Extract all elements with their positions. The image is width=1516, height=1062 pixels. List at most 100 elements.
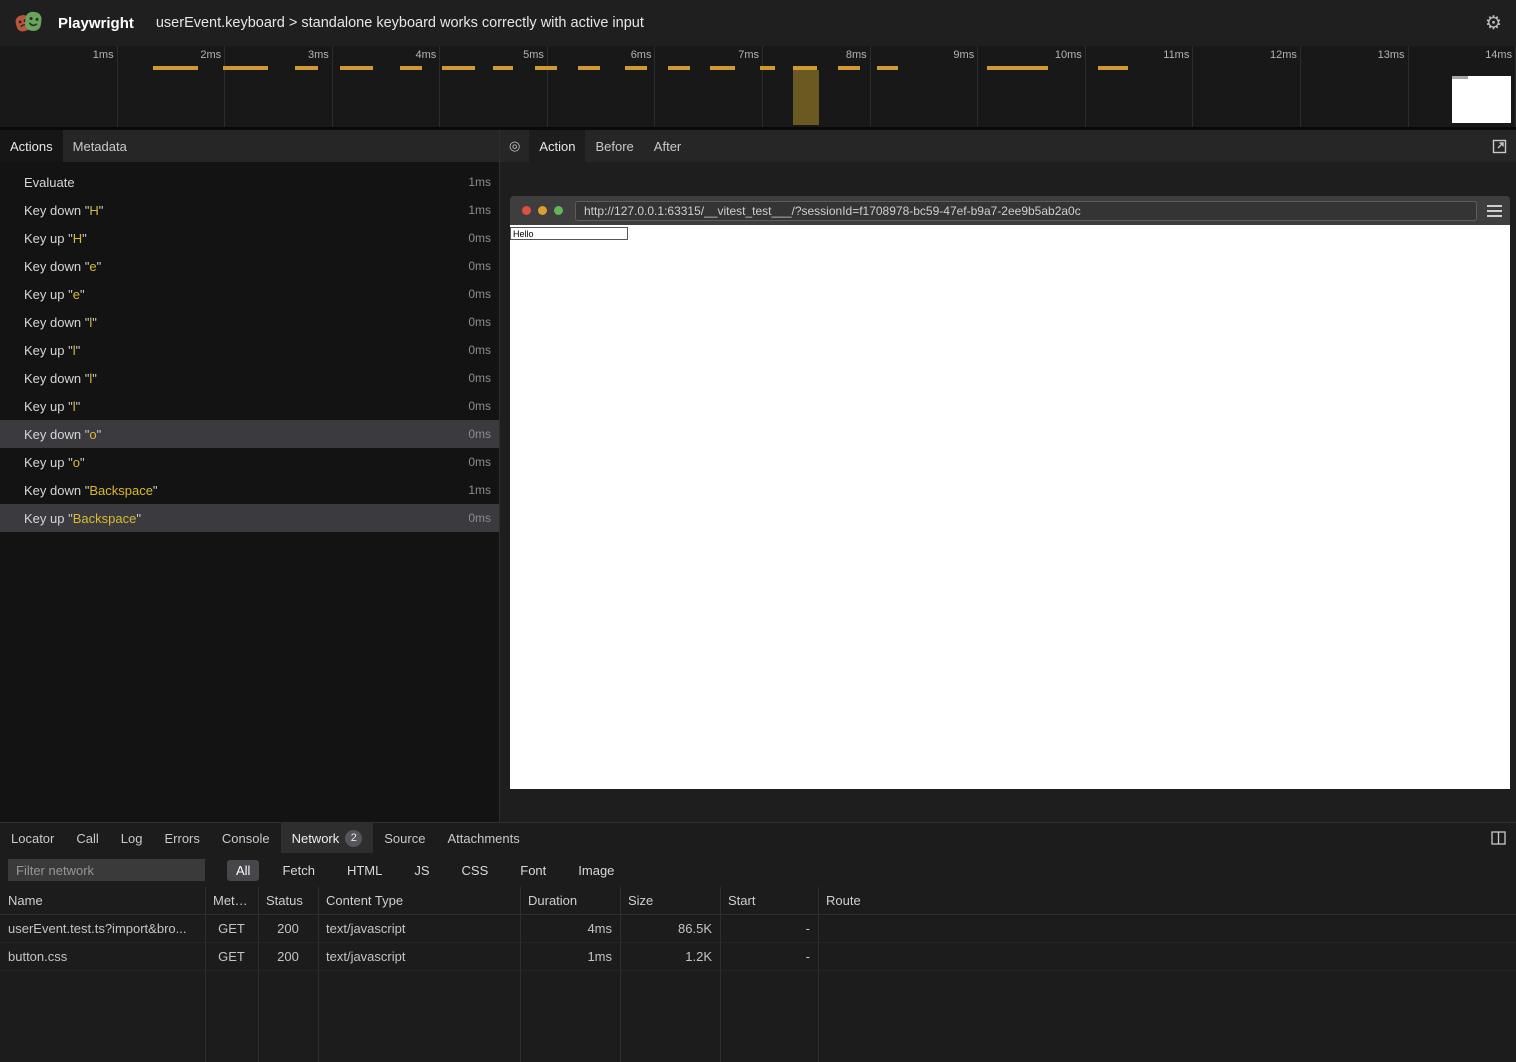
pick-locator-target-icon[interactable]: ◎	[500, 130, 529, 162]
action-title: Key down "l"	[24, 315, 468, 330]
action-key-quote: "	[92, 371, 97, 386]
action-row[interactable]: Key down "H"1ms	[0, 196, 499, 224]
tab-call[interactable]: Call	[65, 823, 109, 853]
toggle-layout-split-icon[interactable]	[1481, 823, 1516, 853]
timeline-tick-cell: 3ms	[225, 46, 333, 127]
snapshot-panel: ◎ ActionBeforeAfter htt	[500, 130, 1516, 822]
timeline-tick-cell: 1ms	[10, 46, 118, 127]
action-key-quote: "	[136, 511, 141, 526]
settings-gear-icon[interactable]: ⚙	[1485, 12, 1502, 35]
traffic-light-green-icon	[554, 206, 563, 215]
network-cell: GET	[205, 921, 258, 936]
tab-actions[interactable]: Actions	[0, 130, 63, 162]
column-header-content-type[interactable]: Content Type	[318, 893, 520, 908]
action-row[interactable]: Key up "e"0ms	[0, 280, 499, 308]
timeline-tick-cell: 10ms	[978, 46, 1086, 127]
tab-network[interactable]: Network2	[281, 823, 374, 853]
action-title: Key down "H"	[24, 203, 468, 218]
action-row[interactable]: Key down "Backspace"1ms	[0, 476, 499, 504]
timeline-tick-label: 11ms	[1163, 49, 1189, 61]
network-cell: -	[720, 921, 818, 936]
column-header-method[interactable]: Method	[205, 893, 258, 908]
action-duration: 0ms	[468, 343, 491, 357]
timeline[interactable]: 1ms2ms3ms4ms5ms6ms7ms8ms9ms10ms11ms12ms1…	[0, 46, 1516, 130]
action-row[interactable]: Key up "H"0ms	[0, 224, 499, 252]
filter-chip-font[interactable]: Font	[511, 860, 555, 881]
tab-metadata[interactable]: Metadata	[63, 130, 137, 162]
action-duration: 1ms	[468, 203, 491, 217]
network-table-row[interactable]: button.cssGET200text/javascript1ms1.2K-	[0, 943, 1516, 971]
tab-errors[interactable]: Errors	[153, 823, 210, 853]
browser-snapshot[interactable]: http://127.0.0.1:63315/__vitest_test___/…	[510, 196, 1510, 789]
action-title: Key down "e"	[24, 259, 468, 274]
action-duration-marker	[877, 66, 898, 70]
action-row[interactable]: Key up "o"0ms	[0, 448, 499, 476]
snapshot-tabbar: ◎ ActionBeforeAfter	[500, 130, 1516, 162]
column-header-status[interactable]: Status	[258, 893, 318, 908]
action-title: Key down "o"	[24, 427, 468, 442]
tab-locator[interactable]: Locator	[0, 823, 65, 853]
action-duration-marker	[987, 66, 1048, 70]
action-key-quote: "	[97, 427, 102, 442]
column-header-name[interactable]: Name	[0, 893, 205, 908]
action-key-quote: "	[76, 343, 81, 358]
timeline-tick-label: 4ms	[416, 49, 437, 61]
action-title: Key up "e"	[24, 287, 468, 302]
tab-action[interactable]: Action	[529, 130, 585, 162]
tab-after[interactable]: After	[644, 130, 691, 162]
action-key: o	[89, 427, 96, 442]
action-row[interactable]: Key down "l"0ms	[0, 308, 499, 336]
action-row[interactable]: Key down "l"0ms	[0, 364, 499, 392]
filter-chip-all[interactable]: All	[227, 860, 259, 881]
action-duration: 0ms	[468, 371, 491, 385]
tab-before[interactable]: Before	[585, 130, 643, 162]
filter-chip-css[interactable]: CSS	[453, 860, 498, 881]
action-row[interactable]: Key down "o"0ms	[0, 420, 499, 448]
column-header-size[interactable]: Size	[620, 893, 720, 908]
timeline-tick-label: 10ms	[1055, 49, 1082, 61]
action-row[interactable]: Evaluate1ms	[0, 168, 499, 196]
timeline-tick-cell: 2ms	[118, 46, 226, 127]
action-row[interactable]: Key up "Backspace"0ms	[0, 504, 499, 532]
network-table-header: NameMethodStatusContent TypeDurationSize…	[0, 887, 1516, 915]
filter-chip-html[interactable]: HTML	[338, 860, 391, 881]
action-row[interactable]: Key down "e"0ms	[0, 252, 499, 280]
action-title: Key down "Backspace"	[24, 483, 468, 498]
action-duration: 0ms	[468, 315, 491, 329]
tab-console[interactable]: Console	[211, 823, 281, 853]
filter-chip-js[interactable]: JS	[405, 860, 438, 881]
action-key: o	[73, 455, 80, 470]
action-duration-marker	[493, 66, 513, 70]
column-header-start[interactable]: Start	[720, 893, 818, 908]
snapshot-page: Hello	[510, 225, 1510, 789]
tab-source[interactable]: Source	[373, 823, 436, 853]
browser-chrome: http://127.0.0.1:63315/__vitest_test___/…	[510, 196, 1510, 225]
actions-panel-tabbar: ActionsMetadata	[0, 130, 499, 162]
timeline-tick-label: 7ms	[738, 49, 759, 61]
action-row[interactable]: Key up "l"0ms	[0, 392, 499, 420]
timeline-tick-cell: 7ms	[655, 46, 763, 127]
timeline-tick-label: 14ms	[1485, 49, 1512, 61]
action-row[interactable]: Key up "l"0ms	[0, 336, 499, 364]
action-key-quote: "	[153, 483, 158, 498]
timeline-tick-cell: 13ms	[1301, 46, 1409, 127]
filter-chip-fetch[interactable]: Fetch	[273, 860, 324, 881]
test-title: userEvent.keyboard > standalone keyboard…	[156, 15, 644, 31]
network-filter-input[interactable]	[8, 859, 205, 881]
action-key: Backspace	[89, 483, 153, 498]
timeline-selected-range[interactable]	[793, 70, 819, 125]
action-duration-marker	[760, 66, 775, 70]
network-table-row[interactable]: userEvent.test.ts?import&bro...GET200tex…	[0, 915, 1516, 943]
app-title: Playwright	[58, 15, 134, 32]
column-header-duration[interactable]: Duration	[520, 893, 620, 908]
tab-log[interactable]: Log	[110, 823, 154, 853]
timeline-tick-cell: 12ms	[1193, 46, 1301, 127]
open-external-icon[interactable]	[1483, 130, 1516, 162]
tab-attachments[interactable]: Attachments	[436, 823, 530, 853]
filter-chip-image[interactable]: Image	[569, 860, 623, 881]
action-key-quote: "	[80, 455, 85, 470]
snapshot-area: http://127.0.0.1:63315/__vitest_test___/…	[500, 162, 1516, 822]
action-duration-marker	[340, 66, 373, 70]
action-key-quote: "	[82, 231, 87, 246]
column-header-route[interactable]: Route	[818, 893, 1516, 908]
